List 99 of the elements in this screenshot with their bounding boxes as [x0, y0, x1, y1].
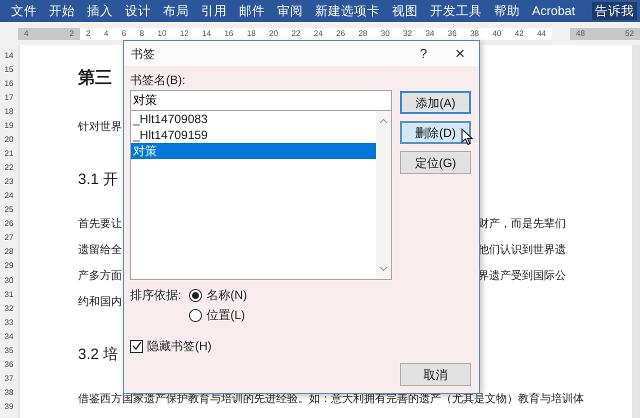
ruler-number: 32 — [403, 28, 412, 40]
ruler-number: 36 — [448, 28, 457, 40]
menu-tab[interactable]: 插入 — [87, 0, 113, 22]
ruler-number: 37 — [4, 374, 14, 384]
ruler-number: 12 — [180, 28, 189, 40]
ruler-number: 24 — [4, 191, 14, 202]
ruler-number: 33 — [4, 318, 14, 328]
ruler-number: 30 — [4, 276, 14, 286]
ruler-number: 35 — [4, 346, 14, 356]
document-text: 产多方面 — [78, 270, 122, 282]
ruler-number: 15 — [4, 65, 14, 76]
ruler-number: 42 — [514, 28, 524, 40]
ruler-number: 16 — [4, 79, 14, 90]
ruler-number: 26 — [336, 28, 346, 40]
ruler-number: 28 — [4, 247, 14, 258]
ruler-number: 4 — [24, 28, 28, 40]
document-text: 约和国内 — [78, 296, 122, 308]
menu-tab[interactable]: 开始 — [49, 0, 75, 22]
ruler-number: 14 — [4, 51, 14, 61]
ruler-number: 38 — [4, 388, 14, 398]
ruler-number: 18 — [246, 28, 256, 40]
dialog-button[interactable]: 定位(G) — [400, 151, 471, 174]
ruler-number: 20 — [4, 135, 14, 146]
help-button[interactable]: ? — [420, 44, 428, 64]
ruler-number: 36 — [4, 360, 14, 370]
field-label: 书签名(B): — [130, 72, 186, 88]
checkbox-label: 隐藏书签(H) — [147, 338, 212, 355]
ruler-number: 38 — [470, 28, 479, 40]
list-item[interactable]: 对策 — [131, 143, 376, 159]
ruler-number: 22 — [291, 28, 300, 40]
bookmark-name-field[interactable]: 对策 — [130, 90, 392, 111]
menu-tab[interactable]: 开发工具 — [430, 0, 482, 22]
ruler-number: 39 — [4, 402, 14, 412]
document-text: 遗留给全 — [78, 244, 122, 256]
ruler-number: 29 — [4, 261, 14, 272]
ruler-number: 52 — [625, 28, 634, 40]
dialog-title: 书签 — [131, 46, 155, 62]
ruler-number: 34 — [425, 28, 434, 40]
ruler-number: 28 — [358, 28, 368, 40]
ruler-number: 34 — [4, 332, 14, 342]
ruler-number: 31 — [4, 290, 14, 300]
menu-tab[interactable]: 布局 — [163, 0, 189, 22]
ruler-number: 2 — [70, 28, 74, 40]
ruler-number: 24 — [314, 28, 323, 40]
ruler-number: 23 — [4, 177, 14, 188]
ruler-number: 40 — [492, 28, 502, 40]
menu-tab[interactable]: 审阅 — [277, 0, 303, 22]
scrollbar[interactable] — [376, 111, 391, 279]
document-text: 界遗产受到国际公 — [478, 270, 566, 282]
radio-button[interactable] — [189, 308, 202, 322]
menu-tab[interactable]: 帮助 — [494, 0, 520, 22]
ruler-number: 32 — [4, 304, 14, 314]
heading-text: 第三 — [78, 68, 112, 87]
close-button[interactable]: × — [455, 40, 465, 66]
scroll-up-icon[interactable] — [379, 117, 388, 126]
ruler-number: 27 — [4, 233, 14, 244]
subheading-text: 3.1 开 — [78, 171, 118, 188]
mouse-cursor-icon — [461, 128, 473, 146]
menu-tab[interactable]: 新建选项卡 — [315, 0, 380, 22]
subheading-text: 3.2 培 — [78, 346, 118, 363]
cancel-button[interactable]: 取消 — [400, 363, 471, 386]
ruler-number: 25 — [4, 205, 14, 216]
list-item[interactable]: _Hlt14709159 — [131, 127, 376, 143]
ruler-number: 44 — [537, 28, 546, 40]
ruler-number: 30 — [380, 28, 390, 40]
dialog-button[interactable]: 添加(A) — [400, 91, 471, 114]
radio-label: 名称(N) — [206, 287, 248, 304]
menu-tab[interactable]: 视图 — [392, 0, 418, 22]
ruler-number: 10 — [158, 28, 166, 40]
checkbox[interactable] — [130, 340, 143, 352]
ruler-number: 17 — [4, 93, 14, 104]
ruler-number: 22 — [4, 163, 14, 174]
dialog-button[interactable]: 删除(D) — [400, 121, 471, 144]
menu-tab[interactable]: 文件 — [11, 0, 37, 22]
menu-tab[interactable]: 设计 — [125, 0, 151, 22]
ruler-number: 19 — [4, 121, 14, 132]
ruler-number: 14 — [202, 28, 212, 40]
tell-me-button[interactable]: 告诉我 — [592, 2, 638, 20]
ruler-number: 48 — [576, 28, 585, 40]
sort-label: 排序依据: — [130, 287, 182, 304]
document-text: 首先要让 — [78, 218, 122, 230]
ruler-number: 4 — [104, 28, 108, 40]
ruler-number: 21 — [4, 149, 14, 160]
bookmark-list[interactable]: _Hlt14709083 _Hlt14709159 对策 — [130, 111, 392, 280]
ruler-number: 18 — [4, 107, 14, 118]
ruler-number: 2 — [86, 28, 90, 40]
menu-tab[interactable]: 引用 — [201, 0, 227, 22]
radio-button[interactable] — [189, 288, 202, 302]
list-item[interactable]: _Hlt14709083 — [131, 111, 376, 127]
ruler-number: 26 — [4, 219, 14, 230]
ruler-number: 20 — [269, 28, 278, 40]
menu-tab[interactable]: 邮件 — [239, 0, 265, 22]
ruler-number: 8 — [140, 28, 144, 40]
radio-label: 位置(L) — [206, 307, 246, 324]
scroll-down-icon[interactable] — [379, 264, 388, 273]
document-text: 针对世界 — [78, 121, 122, 133]
ruler-number: 6 — [122, 28, 126, 40]
ruler-number: 16 — [224, 28, 234, 40]
menu-tab[interactable]: Acrobat — [532, 0, 576, 22]
